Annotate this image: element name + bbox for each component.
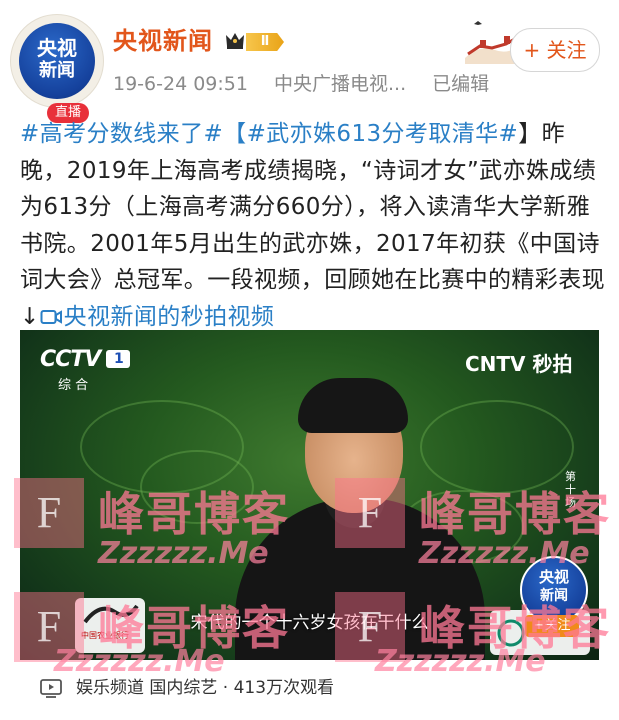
edited-label[interactable]: 已编辑 [432, 73, 489, 95]
episode-label: 第十场 [565, 470, 576, 509]
follow-button[interactable]: + 关注 [510, 28, 600, 72]
video-link[interactable]: 央视新闻的秒拍视频 [40, 304, 275, 330]
avatar-line2: 新闻 [39, 60, 75, 81]
hashtag-link[interactable]: #武亦姝613分考取清华# [247, 121, 519, 147]
video-stats[interactable]: 娱乐频道 国内综艺 · 413万次观看 [76, 676, 334, 700]
post-meta: 19-6-24 09:51 中央广播电视... 已编辑 [113, 72, 509, 96]
timestamp: 19-6-24 09:51 [113, 73, 248, 95]
post-header: 央视 新闻 直播 央视新闻 Ⅱ 19-6-24 09:51 中央广播电视... … [0, 0, 619, 123]
post-body: #高考分数线来了#【#武亦姝613分考取清华#】昨晚，2019年上海高考成绩揭晓… [20, 116, 605, 335]
corner-avatar[interactable]: 央视 新闻 [520, 556, 588, 624]
video-subtitle: 宋代的一个十六岁女孩在干什么 [190, 613, 429, 633]
corner-avatar-line2: 新闻 [540, 588, 568, 604]
corner-follow-button[interactable]: +关注 [525, 615, 579, 637]
channel-logo-text: CCTV [40, 347, 101, 372]
corner-avatar-line1: 央视 [538, 568, 569, 586]
avatar[interactable]: 央视 新闻 直播 [10, 14, 104, 123]
avatar-logo: 央视 新闻 [19, 23, 95, 99]
crown-icon [226, 33, 244, 49]
platform-logo: CNTV 秒拍 [465, 352, 573, 376]
video-person-hair [298, 378, 408, 433]
channel-sub: 综 合 [58, 378, 89, 393]
bracket-close: 】 [518, 121, 542, 147]
background-cloud [420, 400, 574, 494]
post-text-body: 昨晚，2019年上海高考成绩揭晓，“诗词才女”武亦姝成绩为613分（上海高考满分… [20, 121, 605, 330]
video-play-icon [40, 679, 62, 698]
bracket-open: 【 [223, 121, 247, 147]
video-link-label: 央视新闻的秒拍视频 [63, 303, 275, 330]
hashtag-link[interactable]: #高考分数线来了# [20, 121, 223, 147]
post-source[interactable]: 中央广播电视... [274, 73, 406, 95]
channel-logo: CCTV 1 [40, 347, 131, 372]
vip-level-badge[interactable]: Ⅱ [246, 33, 284, 51]
user-name[interactable]: 央视新闻 [113, 26, 213, 56]
video-player[interactable]: CCTV 1 综 合 CNTV 秒拍 第十场 中国农业银行 宋代的一个十六岁女孩在… [20, 330, 599, 660]
background-cloud [140, 450, 254, 524]
channel-number: 1 [106, 350, 131, 368]
avatar-line1: 央视 [37, 36, 77, 60]
video-link-icon [40, 309, 62, 324]
